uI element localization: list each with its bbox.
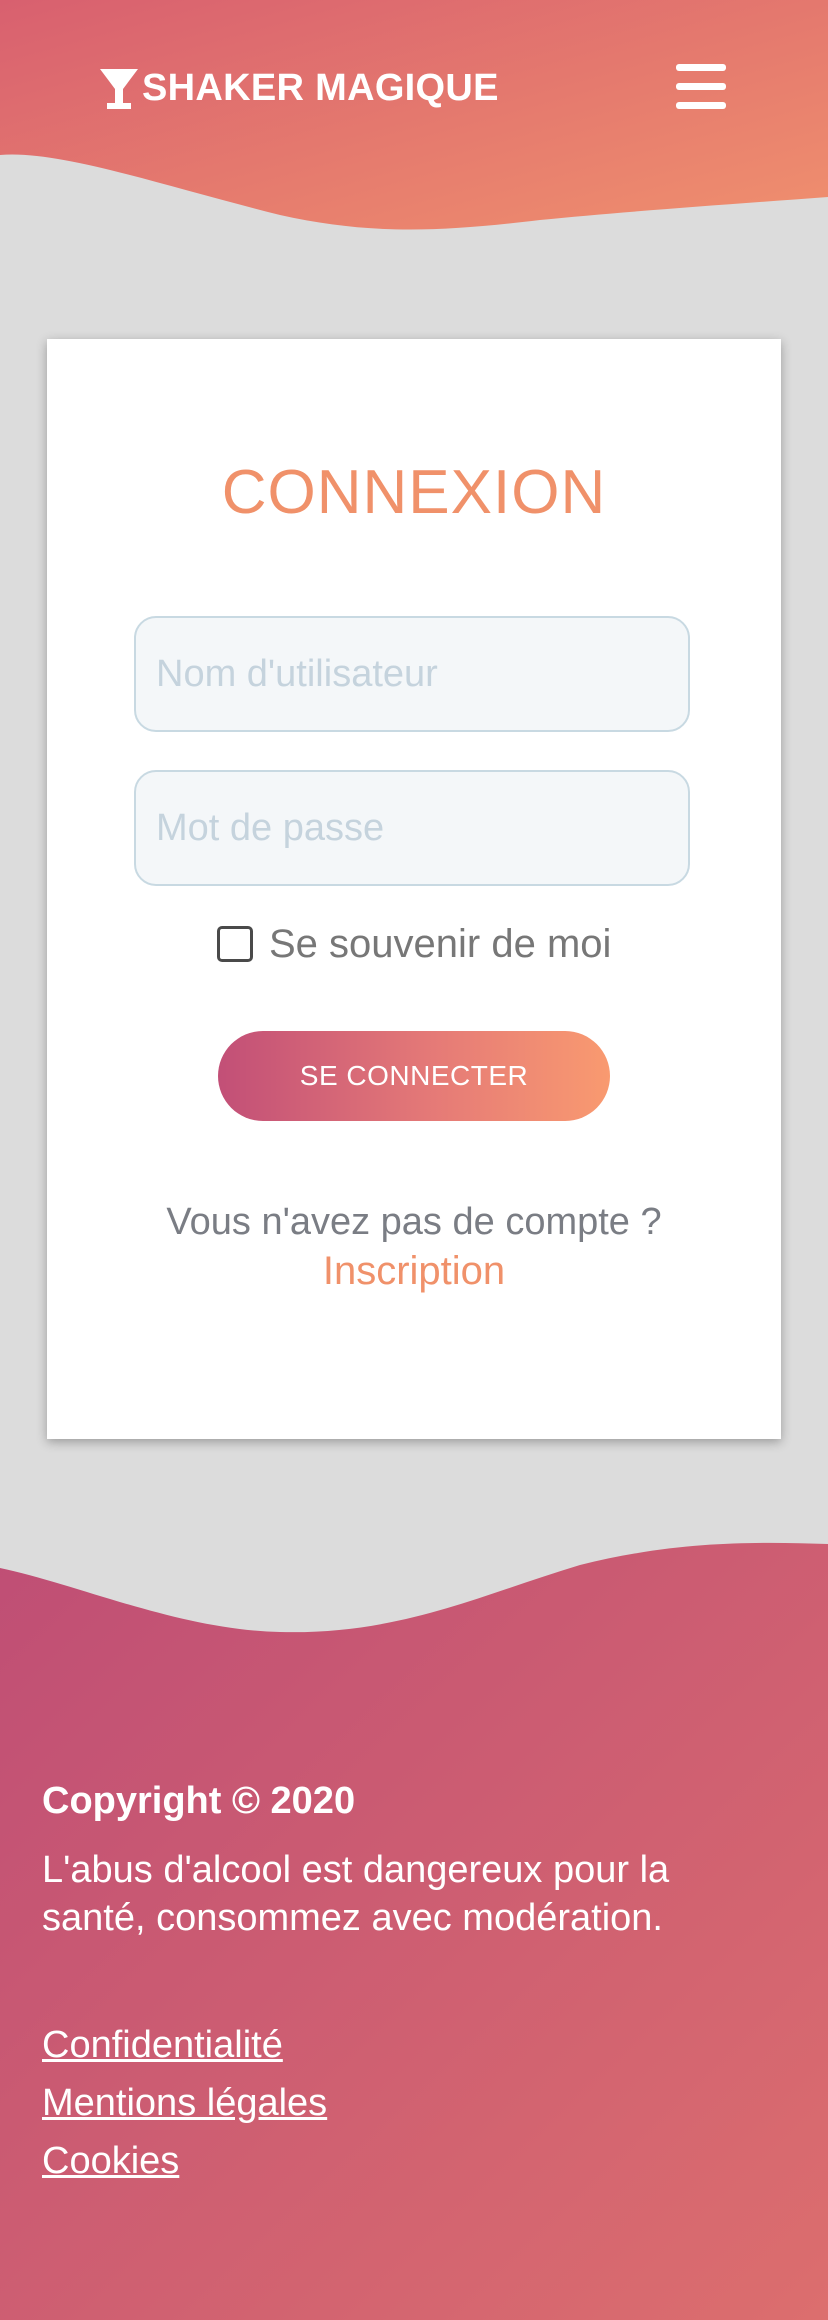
login-button[interactable]: SE CONNECTER — [218, 1031, 610, 1121]
privacy-link[interactable]: Confidentialité — [42, 2024, 283, 2067]
password-input[interactable] — [134, 770, 690, 886]
login-card: CONNEXION Se souvenir de moi SE CONNECTE… — [47, 339, 781, 1439]
brand[interactable]: SHAKER MAGIQUE — [98, 62, 499, 114]
brand-name: SHAKER MAGIQUE — [142, 66, 499, 109]
remember-me-label: Se souvenir de moi — [269, 921, 612, 966]
header-background — [0, 0, 828, 230]
username-input[interactable] — [134, 616, 690, 732]
copyright: Copyright © 2020 — [42, 1780, 356, 1822]
cocktail-glass-icon — [100, 69, 138, 109]
login-title: CONNEXION — [221, 458, 607, 527]
alcohol-warning: L'abus d'alcool est dangereux pour la sa… — [42, 1849, 670, 1939]
hamburger-menu-icon[interactable] — [674, 62, 728, 112]
legal-notice-link[interactable]: Mentions légales — [42, 2082, 327, 2125]
no-account-text: Vous n'avez pas de compte ? — [166, 1201, 662, 1243]
cookies-link[interactable]: Cookies — [42, 2140, 179, 2183]
signup-link[interactable]: Inscription — [47, 1249, 781, 1294]
remember-me[interactable]: Se souvenir de moi — [217, 922, 611, 966]
remember-me-checkbox[interactable] — [217, 926, 253, 962]
